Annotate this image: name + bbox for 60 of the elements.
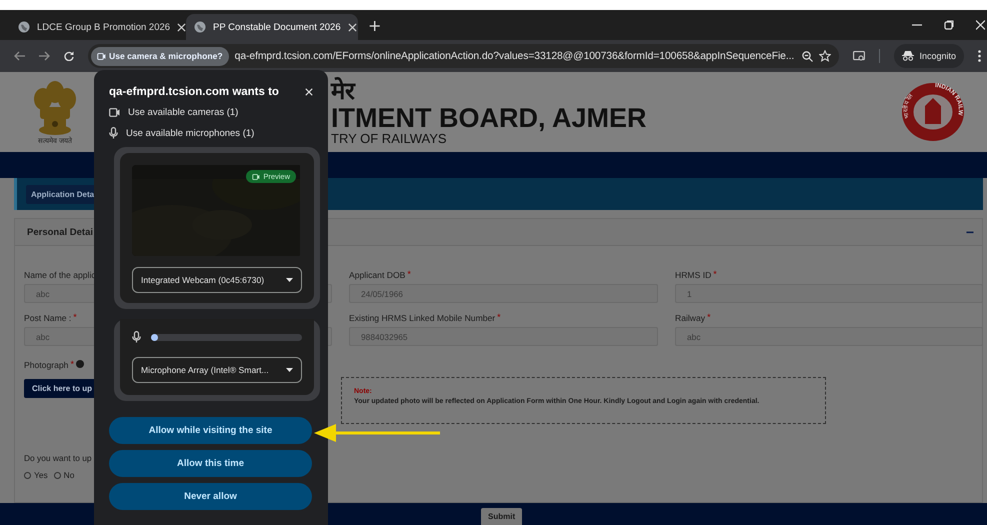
incognito-button[interactable]: Incognito <box>894 44 964 68</box>
required-mark: * <box>497 313 501 322</box>
required-mark: * <box>707 313 711 322</box>
collapse-button[interactable]: − <box>966 224 974 240</box>
radio-button[interactable] <box>24 472 31 478</box>
microphone-icon <box>109 127 118 139</box>
incognito-icon <box>902 51 914 61</box>
zoom-icon[interactable] <box>802 50 814 62</box>
submit-button[interactable]: Submit <box>481 508 522 525</box>
globe-icon <box>18 21 30 33</box>
header-title: ITMENT BOARD, AJMER <box>331 105 646 132</box>
question-text: Do you want to up <box>24 453 92 463</box>
required-mark: * <box>70 360 74 369</box>
microphone-icon <box>132 331 141 343</box>
required-mark: * <box>73 313 77 322</box>
emblem-drawing <box>32 79 78 135</box>
browser-tab[interactable]: LDCE Group B Promotion 2026 <box>10 14 182 40</box>
browser-tab[interactable]: PP Constable Document 2026 <box>186 14 358 40</box>
new-tab-button[interactable]: + <box>368 16 382 34</box>
camera-icon <box>109 108 120 117</box>
field-label: Photograph <box>24 360 68 370</box>
camera-select[interactable]: Integrated Webcam (0c45:6730) <box>132 267 302 293</box>
permission-text: Use available microphones (1) <box>126 128 254 138</box>
camera-icon <box>97 52 106 60</box>
dropdown-caret-icon <box>286 368 293 372</box>
forward-arrow-icon[interactable] <box>39 51 50 61</box>
radio-label: Yes <box>34 470 48 480</box>
globe-icon <box>194 21 206 33</box>
header-subtitle: TRY OF RAILWAYS <box>331 132 447 145</box>
required-mark: * <box>407 270 411 279</box>
close-icon[interactable] <box>177 22 186 32</box>
field-label: Existing HRMS Linked Mobile Number <box>349 313 496 323</box>
reload-icon[interactable] <box>64 51 74 61</box>
close-icon[interactable] <box>976 20 985 30</box>
star-icon[interactable] <box>819 50 832 62</box>
permission-text: Use available cameras (1) <box>128 107 238 118</box>
field-label: Railway <box>675 313 706 323</box>
section-title: Personal Detai <box>27 226 93 238</box>
radio-button[interactable] <box>54 472 61 478</box>
required-mark: * <box>713 270 717 279</box>
info-icon <box>76 360 84 368</box>
close-icon[interactable] <box>348 22 357 32</box>
permission-button[interactable]: Never allow <box>109 483 312 510</box>
field-label: Applicant DOB <box>349 270 406 280</box>
permission-button[interactable]: Allow this time <box>109 450 312 477</box>
field-label: Post Name : <box>24 313 72 323</box>
restore-icon[interactable] <box>944 20 954 30</box>
dropdown-caret-icon <box>286 278 293 282</box>
permission-chip[interactable]: Use camera & microphone? <box>91 46 229 66</box>
microphone-select[interactable]: Microphone Array (Intel® Smart... <box>132 357 302 383</box>
field-label: HRMS ID <box>675 270 712 280</box>
header-title-hindi: मेर <box>331 79 357 103</box>
url-text[interactable]: qa-efmprd.tcsion.com/EForms/onlineApplicationAction.do?values=33128@@100736&formId=100658&appInSequenceFie... <box>234 50 796 62</box>
screen-search-icon[interactable] <box>853 50 866 62</box>
menu-icon[interactable] <box>978 50 981 62</box>
back-arrow-icon[interactable] <box>14 51 25 61</box>
permission-button[interactable]: Allow while visiting the site <box>109 417 312 444</box>
close-icon[interactable] <box>305 88 313 96</box>
dialog-title: qa-efmprd.tcsion.com wants to <box>109 86 279 98</box>
radio-label: No <box>64 470 74 480</box>
